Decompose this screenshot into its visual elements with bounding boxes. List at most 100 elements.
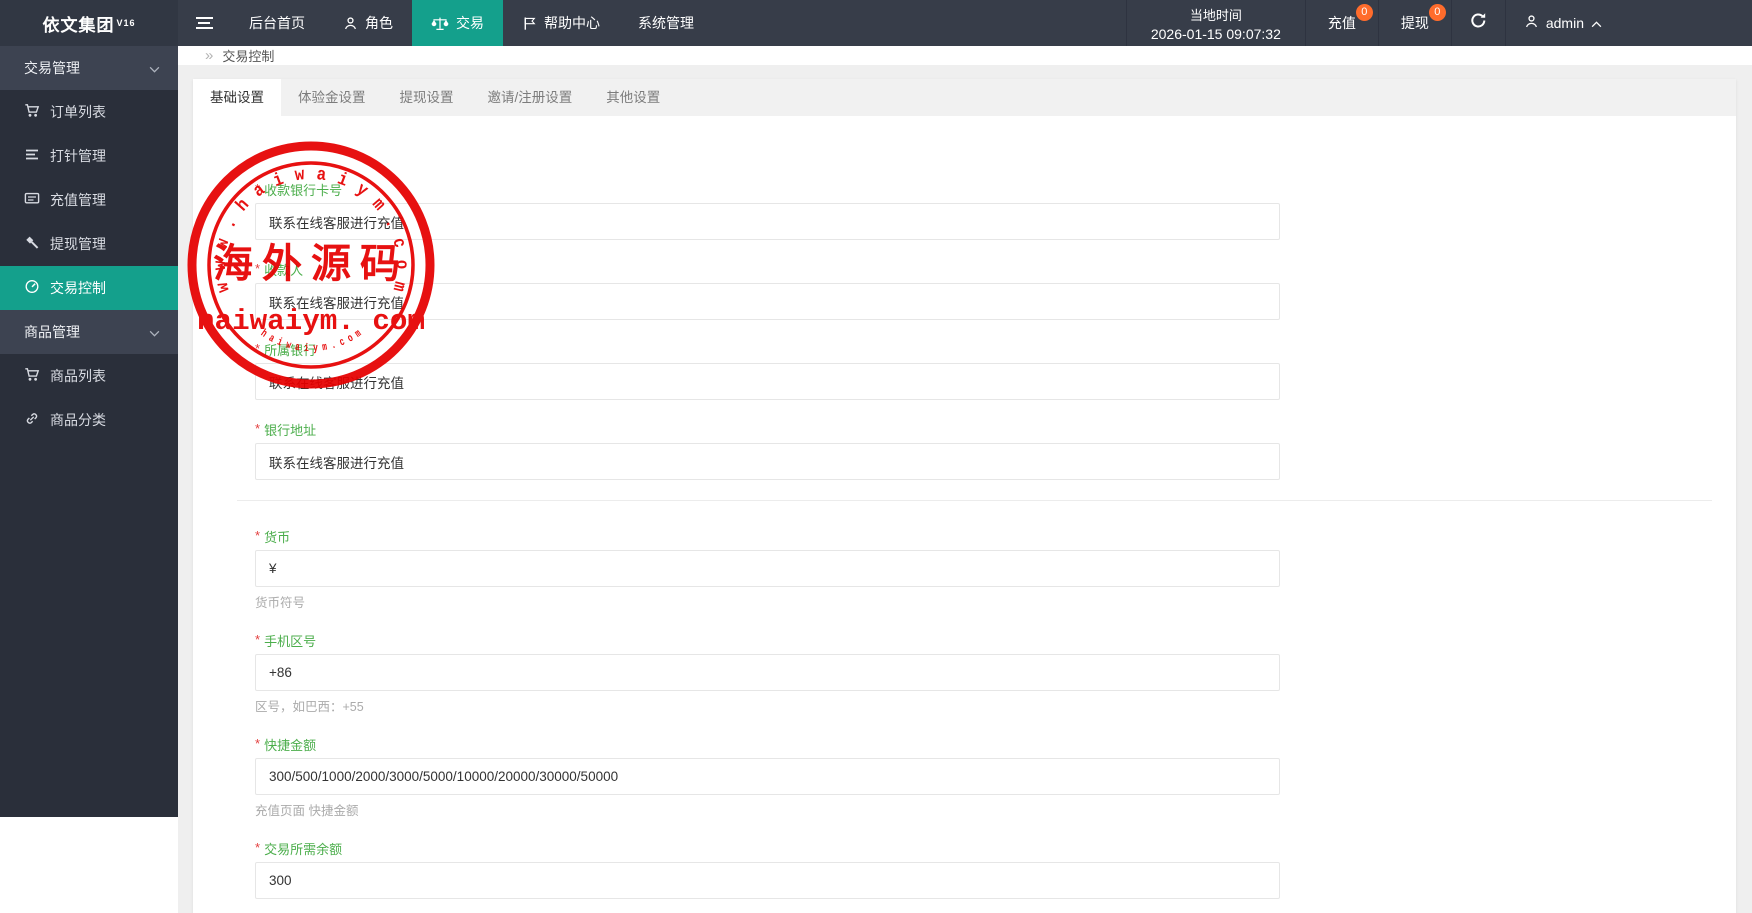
tab-other-settings[interactable]: 其他设置 <box>589 79 677 116</box>
sidebar-item-product-list[interactable]: 商品列表 <box>0 354 178 398</box>
scales-icon <box>431 16 449 31</box>
content-card: 基础设置 体验金设置 提现设置 邀请/注册设置 其他设置 *收款银行卡号 *收款… <box>193 79 1736 913</box>
sidebar-item-label: 商品分类 <box>50 412 106 428</box>
field-label: * 手机区号 <box>255 632 317 649</box>
sidebar-item-pin-management[interactable]: 打针管理 <box>0 134 178 178</box>
sidebar-item-order-list[interactable]: 订单列表 <box>0 90 178 134</box>
user-icon <box>343 16 358 31</box>
required-asterisk: * <box>255 528 261 543</box>
header-right-cluster: 当地时间 2026-01-15 09:07:32 充值 0 提现 0 admin <box>1125 0 1752 46</box>
local-time-label: 当地时间 <box>1189 7 1242 23</box>
field-currency: *货币 货币符号 <box>255 527 1712 611</box>
tab-bar: 基础设置 体验金设置 提现设置 邀请/注册设置 其他设置 <box>193 79 1736 116</box>
sidebar-group-trade-management[interactable]: 交易管理 <box>0 46 178 90</box>
nav-item-roles[interactable]: 角色 <box>324 0 412 46</box>
gauge-icon <box>24 279 40 297</box>
sidebar: 交易管理 订单列表 打针管理 充值管理 提现管理 交易控制 商品管理 商品列表 … <box>0 46 178 913</box>
local-time: 当地时间 2026-01-15 09:07:32 <box>1125 0 1306 46</box>
breadcrumb-separator-icon: » <box>205 47 214 64</box>
page-container: 基础设置 体验金设置 提现设置 邀请/注册设置 其他设置 *收款银行卡号 *收款… <box>178 65 1752 913</box>
main-area: » 交易控制 基础设置 体验金设置 提现设置 邀请/注册设置 其他设置 * 收款银… <box>178 46 1752 913</box>
withdraw-label: 提现 <box>1400 15 1429 31</box>
field-bank-name: * 所属银行 <box>255 340 1712 400</box>
sidebar-group-label: 商品管理 <box>24 324 80 340</box>
flag-icon <box>522 16 537 31</box>
tab-invite-register-settings[interactable]: 邀请/注册设置 <box>471 79 590 116</box>
nav-item-help[interactable]: 帮助中心 <box>503 0 619 46</box>
field-label: * 所属银行 <box>255 341 317 358</box>
card-icon <box>24 191 40 209</box>
sidebar-item-label: 商品列表 <box>50 368 106 384</box>
trade-required-balance-input[interactable] <box>255 862 1280 899</box>
field-phone-area-code: *手机区号 区号，如巴西：+55 <box>255 631 1712 715</box>
field-payee: * 收款人 <box>255 260 1712 320</box>
nav-item-trade[interactable]: 交易 <box>412 0 503 46</box>
app-title: 依文集团 <box>42 15 115 35</box>
nav-label: 角色 <box>365 15 393 31</box>
tab-trial-fund-settings[interactable]: 体验金设置 <box>281 79 383 116</box>
bank-name-input[interactable] <box>255 363 1280 400</box>
sidebar-item-trade-control[interactable]: 交易控制 <box>0 266 178 310</box>
menu-icon[interactable] <box>178 0 230 46</box>
sidebar-item-label: 交易控制 <box>50 280 106 296</box>
cart-icon <box>24 103 40 121</box>
nav-item-system[interactable]: 系统管理 <box>619 0 713 46</box>
field-label: * 收款人 <box>255 261 304 278</box>
required-asterisk: * <box>255 421 261 436</box>
withdraw-badge: 0 <box>1428 4 1446 21</box>
bank-address-input[interactable] <box>255 443 1280 480</box>
cart-icon <box>24 367 40 385</box>
app-logo: 依文集团 V16 <box>0 0 178 46</box>
sidebar-item-label: 提现管理 <box>50 236 106 252</box>
tab-withdraw-settings[interactable]: 提现设置 <box>383 79 471 116</box>
required-asterisk: * <box>255 736 261 751</box>
sidebar-item-label: 打针管理 <box>50 148 106 164</box>
sidebar-item-label: 订单列表 <box>50 104 106 120</box>
field-label: * 快捷金额 <box>255 736 317 753</box>
required-asterisk: * <box>255 261 261 276</box>
chevron-down-icon <box>149 60 160 76</box>
app-version: V16 <box>116 18 136 28</box>
field-quick-amount: *快捷金额 充值页面 快捷金额 <box>255 735 1712 819</box>
payee-input[interactable] <box>255 283 1280 320</box>
field-label: * 银行地址 <box>255 421 317 438</box>
top-header: 依文集团 V16 后台首页 角色 交易 帮助中心 系统管理 当地时间 2026-0… <box>0 0 1752 46</box>
field-trade-required-balance: * 交易所需余额 <box>255 839 1712 899</box>
sidebar-item-withdraw-management[interactable]: 提现管理 <box>0 222 178 266</box>
user-icon <box>1524 14 1539 32</box>
sidebar-group-product-management[interactable]: 商品管理 <box>0 310 178 354</box>
recharge-button[interactable]: 充值 0 <box>1306 0 1379 46</box>
withdraw-button[interactable]: 提现 0 <box>1379 0 1452 46</box>
link-icon <box>24 411 40 429</box>
nav-label: 帮助中心 <box>544 15 600 31</box>
top-nav: 后台首页 角色 交易 帮助中心 系统管理 <box>230 0 713 46</box>
quick-amount-input[interactable] <box>255 758 1280 795</box>
required-asterisk: * <box>255 840 261 855</box>
sidebar-item-product-category[interactable]: 商品分类 <box>0 398 178 442</box>
section-divider <box>237 500 1712 501</box>
tab-basic-settings[interactable]: 基础设置 <box>193 79 281 116</box>
field-label: * 货币 <box>255 528 291 545</box>
field-label: * 交易所需余额 <box>255 840 343 857</box>
refresh-button[interactable] <box>1452 0 1506 46</box>
breadcrumb-title: 交易控制 <box>222 49 275 64</box>
nav-label: 交易 <box>456 15 484 31</box>
required-asterisk: * <box>255 181 261 196</box>
nav-label: 后台首页 <box>249 15 305 31</box>
list-icon <box>24 147 40 165</box>
currency-input[interactable] <box>255 550 1280 587</box>
nav-label: 系统管理 <box>638 15 694 31</box>
sidebar-group-label: 交易管理 <box>24 60 80 76</box>
recharge-badge: 0 <box>1355 4 1373 21</box>
breadcrumb: » 交易控制 <box>178 46 1752 65</box>
sidebar-item-label: 充值管理 <box>50 192 106 208</box>
bank-card-input[interactable] <box>255 203 1280 240</box>
nav-item-dashboard[interactable]: 后台首页 <box>230 0 324 46</box>
username: admin <box>1545 15 1584 31</box>
sidebar-item-recharge-management[interactable]: 充值管理 <box>0 178 178 222</box>
user-menu[interactable]: admin <box>1506 0 1620 46</box>
gavel-icon <box>24 235 40 253</box>
local-time-value: 2026-01-15 09:07:32 <box>1150 25 1281 42</box>
chevron-down-icon <box>149 324 160 340</box>
phone-area-code-input[interactable] <box>255 654 1280 691</box>
